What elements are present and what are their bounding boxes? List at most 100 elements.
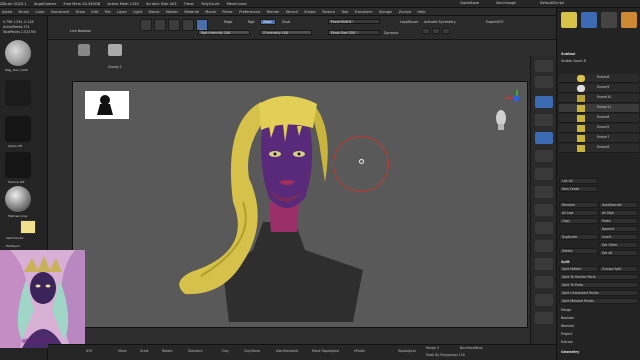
bottom-item-standard[interactable]: Standard	[188, 349, 203, 353]
del-other-button[interactable]: Del Other	[599, 242, 638, 248]
bottom-item-move-topological[interactable]: Move Topological	[312, 349, 339, 353]
mask-polygroups-slider[interactable]: Mask By Polygroups 100	[426, 353, 465, 357]
menu-brush[interactable]: Brush	[19, 8, 29, 16]
quicksave-button[interactable]: QuickSave	[460, 1, 479, 5]
menu-stencil[interactable]: Stencil	[286, 8, 298, 16]
split-section-title[interactable]: Split	[561, 260, 570, 264]
rgb-intensity-slider[interactable]: Rgb Intensity 100	[198, 30, 250, 35]
live-boolean-button[interactable]: Live Boolean	[70, 29, 91, 33]
menu-draw[interactable]: Draw	[76, 8, 85, 16]
backface-mask-button[interactable]: BackfaceMask	[460, 346, 483, 350]
groups-split-button[interactable]: Groups Split	[599, 266, 638, 272]
bottom-item-xyz[interactable]: XYZ	[86, 349, 92, 353]
merge-section[interactable]: Merge	[561, 308, 571, 312]
menu-render[interactable]: Render	[267, 8, 280, 16]
texture-thumbnail[interactable]	[5, 152, 31, 178]
menu-preferences[interactable]: Preferences	[239, 8, 260, 16]
mrgb-toggle[interactable]: Mrgb	[224, 20, 232, 24]
bottom-item-hpolish[interactable]: hPolish	[354, 349, 365, 353]
duplicate-button[interactable]: Duplicate	[559, 234, 598, 240]
bottom-item-damstandard[interactable]: DamStandard	[276, 349, 298, 353]
del-all-button[interactable]: Del All	[599, 250, 638, 256]
aahalf-button[interactable]	[535, 150, 553, 162]
subtool-row-selected[interactable]: Eraser11	[559, 104, 639, 113]
new-folder-button[interactable]: New Folder	[559, 186, 598, 192]
split-hidden-button[interactable]: Split Hidden	[559, 266, 598, 272]
scroll-button[interactable]	[535, 96, 553, 108]
symmetry-y-button[interactable]	[432, 28, 440, 34]
switch-color-button[interactable]: SwitchColor	[6, 236, 24, 240]
lazymouse-button[interactable]: LazyMouse	[400, 20, 418, 24]
transp-button[interactable]	[535, 312, 553, 324]
menu-marker[interactable]: Marker	[166, 8, 178, 16]
subtool-row[interactable]: Eraser5	[559, 124, 639, 133]
zoom3d-button[interactable]	[535, 258, 553, 270]
menu-texture[interactable]: Texture	[322, 8, 335, 16]
stroke-thumbnail[interactable]	[5, 80, 31, 106]
menu-color[interactable]: Color	[35, 8, 44, 16]
subtool-row[interactable]: Eraser10	[559, 94, 639, 103]
see-through-slider[interactable]: See-through	[496, 1, 516, 5]
list-all-button[interactable]: List All	[559, 178, 598, 184]
tool-thumb-2-icon[interactable]	[581, 12, 597, 28]
rotate-view-button[interactable]	[535, 276, 553, 288]
default-zscript[interactable]: DefaultZScript	[540, 1, 564, 5]
split-unmasked-button[interactable]: Split Unmasked Points	[559, 290, 639, 296]
remesh-section[interactable]: Remesh	[561, 324, 574, 328]
geometry-section[interactable]: Geometry	[561, 350, 579, 354]
spix-button[interactable]	[535, 76, 553, 88]
persp-button[interactable]	[535, 168, 553, 180]
menu-help[interactable]: Help	[417, 8, 425, 16]
split-similar-button[interactable]: Split To Similar Parts	[559, 274, 639, 280]
spotlight-button[interactable]: ExpertXYZ	[486, 20, 503, 24]
rgb-toggle[interactable]: Rgb	[248, 20, 254, 24]
paste-button[interactable]: Paste	[599, 218, 638, 224]
menu-material[interactable]: Material	[184, 8, 199, 16]
activate-symmetry-button[interactable]: Activate Symmetry	[424, 20, 456, 24]
subtool-row[interactable]: Eraser7	[559, 134, 639, 143]
bpr-button[interactable]	[535, 60, 553, 72]
tool-thumb-3-icon[interactable]	[601, 12, 617, 28]
bottom-item-move[interactable]: Move	[118, 349, 127, 353]
split-parts-button[interactable]: Split To Parts	[559, 282, 639, 288]
frame-button[interactable]	[535, 222, 553, 234]
tool-thumb-4-icon[interactable]	[621, 12, 637, 28]
split-masked-button[interactable]: Split Masked Points	[559, 298, 639, 304]
all-low-button[interactable]: All Low	[559, 210, 598, 216]
focal-shift-slider[interactable]: Focal Shift 0	[328, 19, 380, 24]
local-button[interactable]	[535, 204, 553, 216]
insert-button[interactable]: Insert	[599, 234, 638, 240]
menu-alpha[interactable]: Alpha	[2, 8, 12, 16]
menu-document[interactable]: Document	[51, 8, 70, 16]
zsub-button[interactable]: Zsub	[282, 20, 290, 24]
floor-button[interactable]	[535, 186, 553, 198]
alpha-thumbnail[interactable]	[5, 116, 31, 142]
move-button[interactable]	[168, 19, 180, 31]
boolean-section[interactable]: Boolean	[561, 316, 574, 320]
menu-layer[interactable]: Layer	[117, 8, 127, 16]
subtool-row[interactable]: Eraser8	[559, 74, 639, 83]
menu-tool[interactable]: Tool	[341, 8, 348, 16]
menu-zscript[interactable]: Zscript	[399, 8, 411, 16]
bottom-item-clay[interactable]: Clay	[222, 349, 229, 353]
actual-button[interactable]	[535, 132, 553, 144]
project-section[interactable]: Project	[561, 332, 572, 336]
menu-picker[interactable]: Picker	[222, 8, 233, 16]
zadd-button[interactable]: Zadd	[260, 19, 276, 25]
extract-section[interactable]: Extract	[561, 340, 573, 344]
brush-thumbnail[interactable]	[5, 40, 31, 66]
zoom-button[interactable]	[535, 114, 553, 126]
menu-light[interactable]: Light	[133, 8, 142, 16]
menu-file[interactable]: File	[105, 8, 111, 16]
symmetry-z-button[interactable]	[442, 28, 450, 34]
menu-movie[interactable]: Movie	[205, 8, 216, 16]
tool-thumb-1-icon[interactable]	[561, 12, 577, 28]
delete-button[interactable]: Delete	[559, 248, 598, 254]
all-high-button[interactable]: All High	[599, 210, 638, 216]
color-swatch[interactable]	[20, 220, 36, 234]
dynamic-button[interactable]: Dynamic	[384, 31, 399, 35]
append-button[interactable]: Append	[599, 226, 638, 232]
auto-reorder-button[interactable]: AutoReorder	[599, 202, 638, 208]
rename-button[interactable]: Rename	[559, 202, 598, 208]
draw-button[interactable]	[154, 19, 166, 31]
